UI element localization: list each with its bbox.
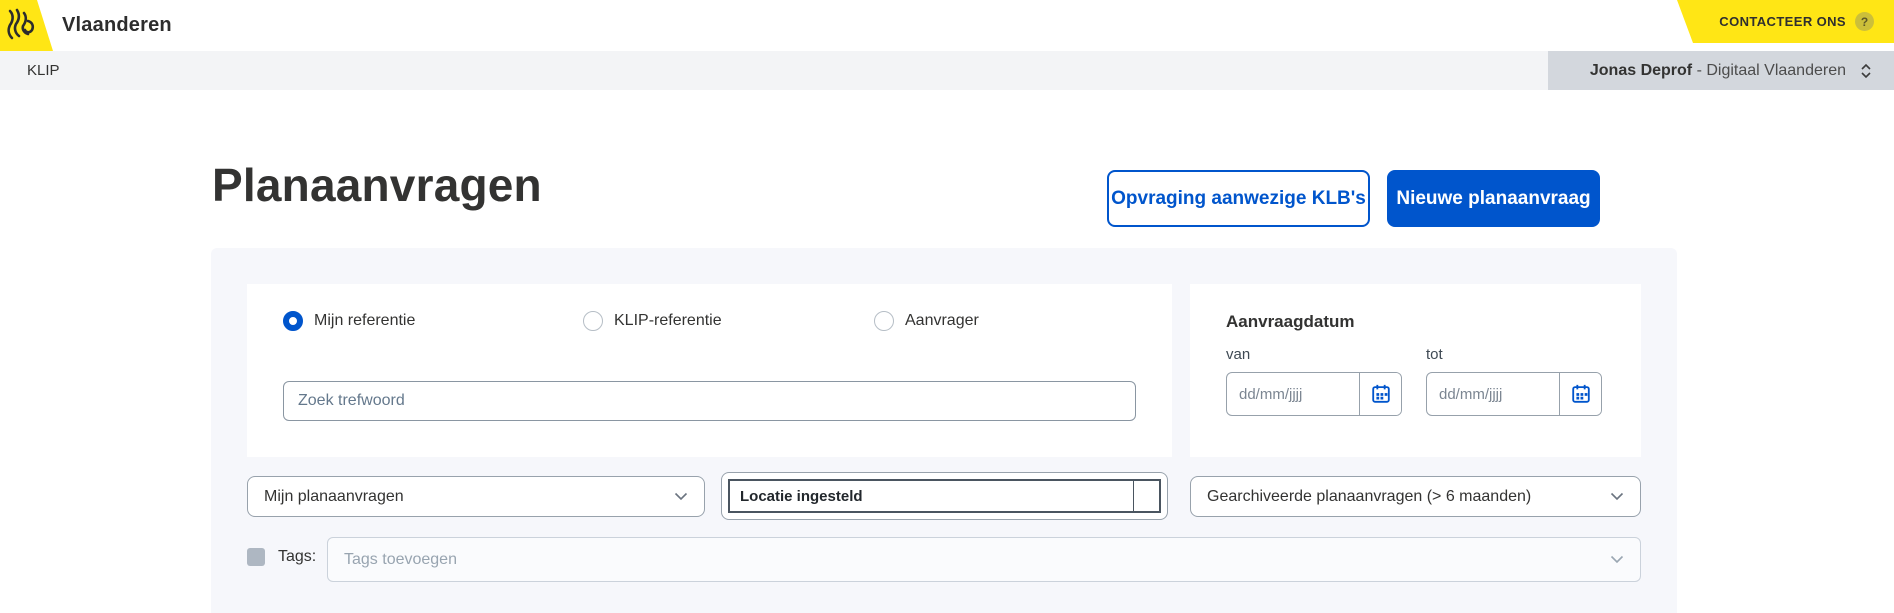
user-org: - Digitaal Vlaanderen (1692, 62, 1846, 79)
contact-label[interactable]: CONTACTEER ONS (1719, 14, 1846, 29)
lion-icon (4, 7, 38, 43)
user-name: Jonas Deprof (1590, 62, 1692, 79)
user-menu[interactable]: Jonas Deprof - Digitaal Vlaanderen (1548, 51, 1894, 90)
tags-field[interactable] (327, 537, 1641, 582)
reference-radio-group: Mijn referentie KLIP-referentie Aanvrage… (283, 310, 1151, 332)
filter-panel: Mijn referentie KLIP-referentie Aanvrage… (211, 248, 1677, 613)
location-filter[interactable]: Locatie ingesteld (721, 472, 1168, 520)
calendar-icon (1370, 383, 1392, 405)
scope-select[interactable]: Mijn planaanvragen (247, 476, 705, 517)
location-filter-divider[interactable] (1133, 481, 1159, 511)
radio-unselected-icon[interactable] (874, 311, 894, 331)
radio-aanvrager[interactable]: Aanvrager (874, 311, 979, 331)
keyword-search-input[interactable] (283, 381, 1136, 421)
opvraging-klbs-button[interactable]: Opvraging aanwezige KLB's (1107, 170, 1370, 227)
archive-select[interactable]: Gearchiveerde planaanvragen (> 6 maanden… (1190, 476, 1641, 517)
radio-unselected-icon[interactable] (583, 311, 603, 331)
radio-mijn-referentie[interactable]: Mijn referentie (283, 311, 415, 331)
date-from-calendar-button[interactable] (1359, 373, 1401, 415)
radio-selected-icon[interactable] (283, 311, 303, 331)
chevron-down-icon (1610, 492, 1624, 501)
top-header: Vlaanderen CONTACTEER ONS ? (0, 0, 1894, 51)
page-title: Planaanvragen (212, 158, 542, 212)
chevron-up-down-icon (1860, 63, 1872, 79)
date-to-calendar-button[interactable] (1559, 373, 1601, 415)
contact-banner[interactable]: CONTACTEER ONS ? (1677, 0, 1894, 43)
nieuwe-planaanvraag-button[interactable]: Nieuwe planaanvraag (1387, 170, 1600, 227)
app-name[interactable]: KLIP (27, 51, 60, 90)
calendar-icon (1570, 383, 1592, 405)
date-to-group (1426, 372, 1602, 416)
date-from-group (1226, 372, 1402, 416)
reference-search-card: Mijn referentie KLIP-referentie Aanvrage… (247, 284, 1172, 457)
date-from-input[interactable] (1227, 373, 1359, 415)
chevron-down-icon (674, 492, 688, 501)
flanders-logo-block[interactable] (0, 0, 53, 51)
date-from-label: van (1226, 346, 1250, 363)
radio-klip-referentie[interactable]: KLIP-referentie (583, 311, 722, 331)
tags-label: Tags: (278, 548, 316, 566)
nav-bar: KLIP Jonas Deprof - Digitaal Vlaanderen (0, 51, 1894, 90)
help-icon[interactable]: ? (1855, 12, 1874, 31)
chevron-down-icon (1610, 555, 1624, 564)
brand-title[interactable]: Vlaanderen (62, 0, 172, 51)
tags-checkbox[interactable] (247, 548, 265, 566)
date-heading: Aanvraagdatum (1226, 312, 1354, 332)
location-filter-value: Locatie ingesteld (730, 488, 1133, 505)
tags-input[interactable] (344, 551, 1610, 569)
date-to-label: tot (1426, 346, 1443, 363)
date-to-input[interactable] (1427, 373, 1559, 415)
user-label: Jonas Deprof - Digitaal Vlaanderen (1590, 62, 1846, 80)
request-date-card: Aanvraagdatum van tot (1190, 284, 1641, 457)
location-filter-inner[interactable]: Locatie ingesteld (728, 479, 1161, 513)
